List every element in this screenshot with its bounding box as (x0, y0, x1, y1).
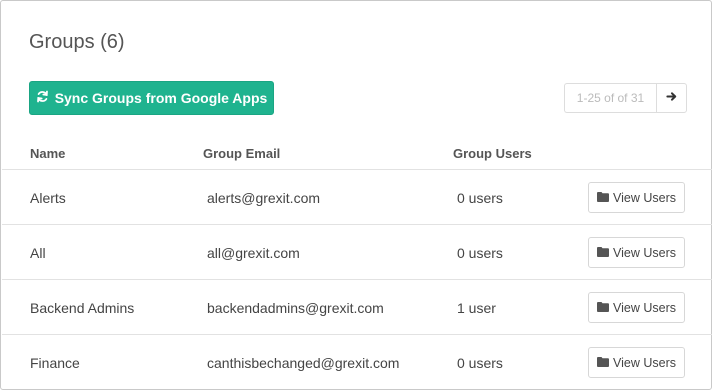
group-user-count: 0 users (457, 245, 503, 261)
view-users-button[interactable]: View Users (588, 292, 685, 323)
group-name: Finance (30, 355, 80, 371)
sync-groups-label: Sync Groups from Google Apps (54, 90, 268, 106)
folder-icon (597, 246, 609, 260)
folder-icon (597, 301, 609, 315)
view-users-button[interactable]: View Users (588, 237, 685, 268)
group-user-count: 1 user (457, 300, 496, 316)
group-name: All (30, 245, 46, 261)
groups-table-body: Alerts alerts@grexit.com 0 users View Us… (2, 169, 712, 389)
group-email: alerts@grexit.com (207, 190, 321, 206)
column-header-users: Group Users (453, 146, 532, 161)
group-user-count: 0 users (457, 190, 503, 206)
view-users-label: View Users (613, 245, 676, 260)
folder-icon (597, 191, 609, 205)
table-row: Finance canthisbechanged@grexit.com 0 us… (2, 334, 712, 389)
refresh-icon (36, 90, 49, 106)
pagination: 1-25 of of 31 (564, 83, 687, 113)
folder-icon (597, 356, 609, 370)
group-name: Backend Admins (30, 300, 135, 316)
view-users-button[interactable]: View Users (588, 347, 685, 378)
pagination-info: 1-25 of of 31 (564, 83, 656, 113)
arrow-right-icon (666, 89, 677, 107)
table-row: All all@grexit.com 0 users View Users (2, 224, 712, 279)
column-header-name: Name (30, 146, 66, 161)
table-row: Backend Admins backendadmins@grexit.com … (2, 279, 712, 334)
group-email: canthisbechanged@grexit.com (207, 355, 400, 371)
table-row: Alerts alerts@grexit.com 0 users View Us… (2, 169, 712, 224)
group-email: backendadmins@grexit.com (207, 300, 384, 316)
sync-groups-button[interactable]: Sync Groups from Google Apps (29, 81, 274, 115)
group-name: Alerts (30, 190, 66, 206)
view-users-label: View Users (613, 355, 676, 370)
next-page-button[interactable] (656, 83, 687, 113)
groups-panel: Groups (6) Sync Groups from Google Apps … (0, 0, 712, 390)
group-email: all@grexit.com (207, 245, 300, 261)
view-users-label: View Users (613, 300, 676, 315)
group-user-count: 0 users (457, 355, 503, 371)
view-users-label: View Users (613, 190, 676, 205)
column-header-email: Group Email (203, 146, 281, 161)
page-title: Groups (6) (29, 31, 125, 53)
view-users-button[interactable]: View Users (588, 182, 685, 213)
